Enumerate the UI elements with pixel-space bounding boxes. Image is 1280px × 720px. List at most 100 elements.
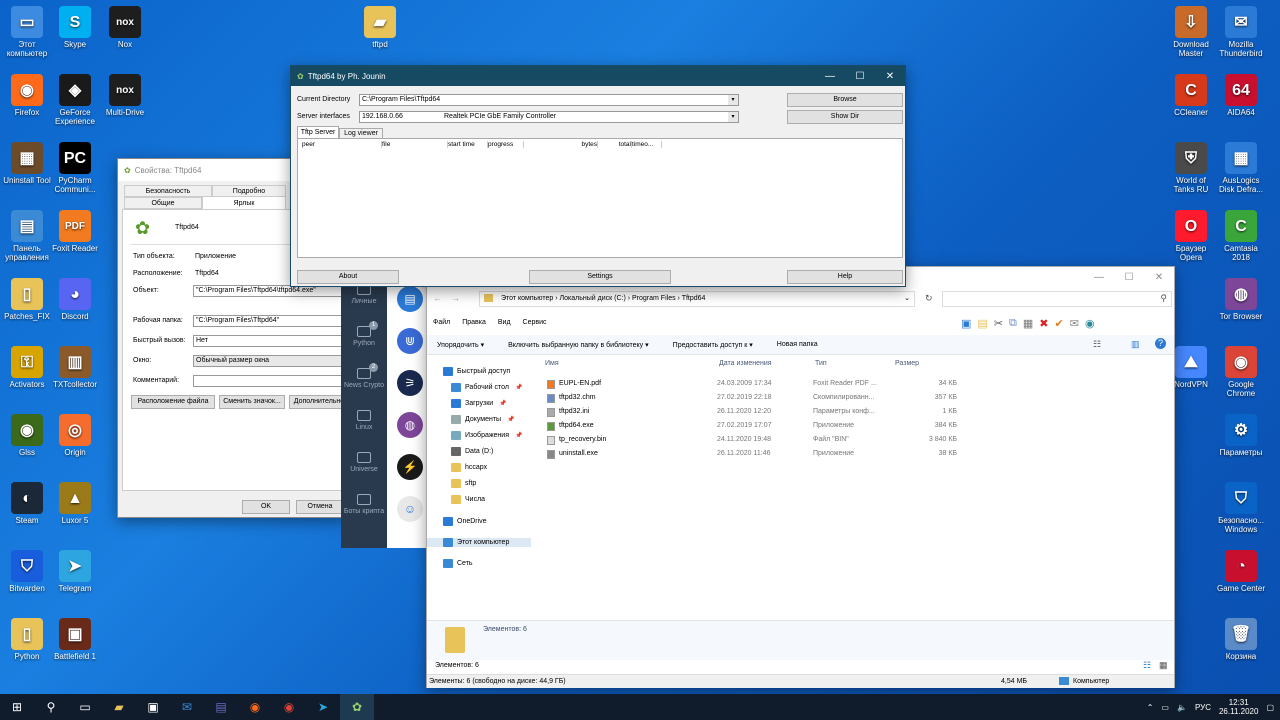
copy-icon[interactable]: ⧉ — [1009, 317, 1017, 330]
chat-avatar[interactable]: ⚡ — [397, 454, 423, 480]
column-size[interactable]: Размер — [895, 360, 919, 367]
chevron-up-icon[interactable]: ⌃ — [1147, 703, 1154, 712]
network-icon[interactable]: ▭ — [1161, 703, 1169, 712]
desktop-icon-aida[interactable]: 64 AIDA64 — [1216, 74, 1266, 117]
transfers-column-header[interactable]: bytes — [524, 141, 598, 148]
change-icon-button[interactable]: Сменить значок... — [219, 395, 285, 409]
tab-tftp-server[interactable]: Tftp Server — [297, 126, 339, 138]
desktop-icon-luxor[interactable]: ▲ Luxor 5 — [50, 482, 100, 525]
chat-avatar[interactable]: ▤ — [397, 286, 423, 312]
breadcrumb-item[interactable]: Program Files — [632, 295, 676, 302]
telegram-folder[interactable]: Linux — [341, 410, 387, 432]
desktop-icon-python[interactable]: ▯ Python — [2, 618, 52, 661]
globe-icon[interactable]: ◉ — [1085, 317, 1095, 330]
desktop-icon-opera[interactable]: O Браузер Opera — [1166, 210, 1216, 262]
help-button[interactable]: Help — [787, 270, 903, 284]
transfers-column-header[interactable]: timeo... — [632, 141, 662, 148]
breadcrumb-item[interactable]: Tftpd64 — [682, 295, 706, 302]
tftpd-titlebar[interactable]: ✿ Tftpd64 by Ph. Jounin — ☐ ✕ — [291, 66, 905, 86]
firefox-icon[interactable]: ◉ — [238, 694, 272, 720]
nav-item[interactable]: Сеть — [443, 559, 473, 568]
desktop-icon-bitwarden[interactable]: ⛉ Bitwarden — [2, 550, 52, 593]
close-icon[interactable]: ✕ — [1144, 267, 1174, 287]
transfers-column-header[interactable]: file — [382, 141, 448, 148]
desktop-icon-ccleaner[interactable]: C CCleaner — [1166, 74, 1216, 117]
breadcrumb-item[interactable]: Этот компьютер — [501, 295, 553, 302]
address-bar[interactable]: Этот компьютер › Локальный диск (C:) › P… — [479, 291, 915, 307]
cancel-button[interactable]: Отмена — [296, 500, 344, 514]
desktop-icon-auslogics[interactable]: ▦ AusLogics Disk Defra... — [1216, 142, 1266, 194]
workdir-field[interactable]: "C:\Program Files\Tftpd64" — [193, 315, 343, 327]
desktop-icon-skype[interactable]: S Skype — [50, 6, 100, 49]
chevron-down-icon[interactable]: ▾ — [728, 112, 738, 122]
transfers-column-header[interactable]: start time — [448, 141, 488, 148]
nav-item[interactable]: OneDrive — [443, 517, 487, 526]
save-icon[interactable]: ▤ — [204, 694, 238, 720]
browse-button[interactable]: Browse — [787, 93, 903, 107]
chat-avatar[interactable]: ☺ — [397, 496, 423, 522]
details-view-icon[interactable]: ☷ — [1143, 660, 1151, 671]
search-icon[interactable]: ⚲ — [34, 694, 68, 720]
minimize-icon[interactable]: — — [1084, 267, 1114, 287]
column-name[interactable]: Имя — [545, 360, 559, 367]
preview-pane-icon[interactable]: ▥ — [1131, 339, 1140, 350]
telegram-folder[interactable]: Боты крипта — [341, 494, 387, 516]
file-row[interactable]: uninstall.exe 26.11.2020 11:46 Приложение 3… — [545, 447, 957, 461]
check-icon[interactable]: ✔ — [1055, 317, 1064, 330]
desktop-icon-activators[interactable]: ⚿ Activators — [2, 346, 52, 389]
delete-icon[interactable]: ✖ — [1039, 317, 1048, 330]
tiles-view-icon[interactable]: ▦ — [1159, 660, 1168, 671]
window-select[interactable]: Обычный размер окна — [193, 355, 343, 367]
tab-security[interactable]: Безопасность — [124, 185, 212, 197]
transfers-column-header[interactable]: peer — [302, 141, 382, 148]
settings-button[interactable]: Settings — [529, 270, 671, 284]
file-row[interactable]: tftpd32.ini 26.11.2020 12:20 Параметры кон… — [545, 405, 957, 419]
desktop-icon-trash[interactable]: 🗑 Корзина — [1216, 618, 1266, 661]
tab-general[interactable]: Общие — [124, 197, 202, 209]
view-icon[interactable]: ☷ — [1093, 339, 1101, 350]
volume-icon[interactable]: 🔈 — [1177, 703, 1187, 712]
desktop-icon-wot[interactable]: ⛨ World of Tanks RU — [1166, 142, 1216, 194]
desktop-icon-origin[interactable]: ◎ Origin — [50, 414, 100, 457]
desktop-icon-camtasia[interactable]: C Camtasia 2018 — [1216, 210, 1266, 262]
desktop-icon-telegram[interactable]: ➤ Telegram — [50, 550, 100, 593]
mail-icon[interactable]: ✉ — [170, 694, 204, 720]
transfers-column-header[interactable]: progress — [488, 141, 524, 148]
column-type[interactable]: Тип — [815, 360, 827, 367]
layout-icon[interactable]: ▣ — [961, 317, 971, 330]
chrome-icon[interactable]: ◉ — [272, 694, 306, 720]
desktop-icon-multidrive[interactable]: nox Multi-Drive — [100, 74, 150, 117]
command-button[interactable]: Новая папка — [777, 341, 818, 349]
forward-arrow-icon[interactable]: → — [451, 293, 460, 303]
breadcrumb-item[interactable]: Локальный диск (C:) — [560, 295, 626, 302]
file-row[interactable]: tp_recovery.bin 24.11.2020 19:48 Файл "BIN… — [545, 433, 957, 447]
current-dir-select[interactable]: C:\Program Files\Tftpd64 ▾ — [359, 94, 739, 106]
clock[interactable]: 12:31 26.11.2020 — [1219, 698, 1258, 716]
menu-item[interactable]: Правка — [462, 319, 486, 331]
comment-field[interactable] — [193, 375, 343, 387]
desktop-icon-battlefield[interactable]: ▣ Battlefield 1 — [50, 618, 100, 661]
transfers-column-header[interactable]: total — [598, 141, 632, 148]
desktop-icon-nox[interactable]: nox Nox — [100, 6, 150, 49]
column-date[interactable]: Дата изменения — [719, 360, 772, 367]
menu-item[interactable]: Вид — [498, 319, 511, 331]
desktop-icon-pycharm[interactable]: PC PyCharm Communi... — [50, 142, 100, 194]
desktop-icon-foxit[interactable]: PDF Foxit Reader — [50, 210, 100, 253]
desktop-icon-panel[interactable]: ▤ Панель управления — [2, 210, 52, 262]
minimize-icon[interactable]: — — [815, 66, 845, 86]
paste-icon[interactable]: ▦ — [1023, 317, 1033, 330]
refresh-icon[interactable]: ↻ — [925, 293, 933, 304]
open-location-button[interactable]: Расположение файла — [131, 395, 215, 409]
telegram-folder[interactable]: Личные — [341, 284, 387, 306]
menu-item[interactable]: Файл — [433, 319, 450, 331]
telegram-folder[interactable]: Universe — [341, 452, 387, 474]
desktop-icon-discord[interactable]: ◕ Discord — [50, 278, 100, 321]
desktop-icon-patches[interactable]: ▯ Patches_FIX — [2, 278, 52, 321]
desktop-icon-tftpd[interactable]: ▰ tftpd — [355, 6, 405, 49]
maximize-icon[interactable]: ☐ — [845, 66, 875, 86]
file-explorer-icon[interactable]: ▰ — [102, 694, 136, 720]
command-button[interactable]: Включить выбранную папку в библиотеку ▾ — [508, 341, 649, 349]
desktop-icon-download-master[interactable]: ⇩ Download Master — [1166, 6, 1216, 58]
cut-icon[interactable]: ✂ — [994, 317, 1003, 330]
search-input[interactable]: ⚲ — [942, 291, 1172, 307]
